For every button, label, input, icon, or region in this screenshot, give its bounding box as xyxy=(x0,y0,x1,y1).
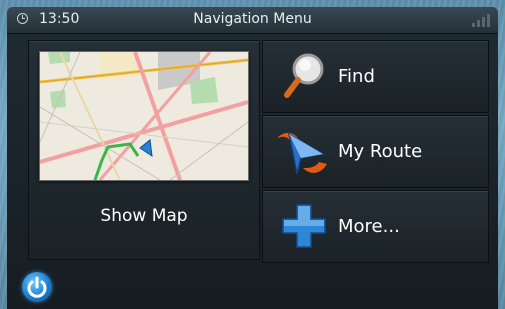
power-icon[interactable] xyxy=(22,272,52,302)
more-button[interactable]: More... xyxy=(262,190,489,263)
magnifier-icon xyxy=(278,49,328,104)
my-route-label: My Route xyxy=(338,141,423,162)
more-label: More... xyxy=(338,216,400,237)
status-bar: 13:50 Navigation Menu xyxy=(7,7,498,34)
map-thumbnail xyxy=(39,51,249,181)
show-map-button[interactable]: Show Map xyxy=(28,40,260,260)
page-title: Navigation Menu xyxy=(193,11,312,27)
signal-bars-icon xyxy=(472,13,490,27)
find-label: Find xyxy=(338,66,375,87)
plus-icon xyxy=(281,203,327,249)
route-arrow-icon xyxy=(273,124,331,180)
show-map-label: Show Map xyxy=(100,206,188,226)
my-route-button[interactable]: My Route xyxy=(262,115,489,188)
find-button[interactable]: Find xyxy=(262,40,489,113)
